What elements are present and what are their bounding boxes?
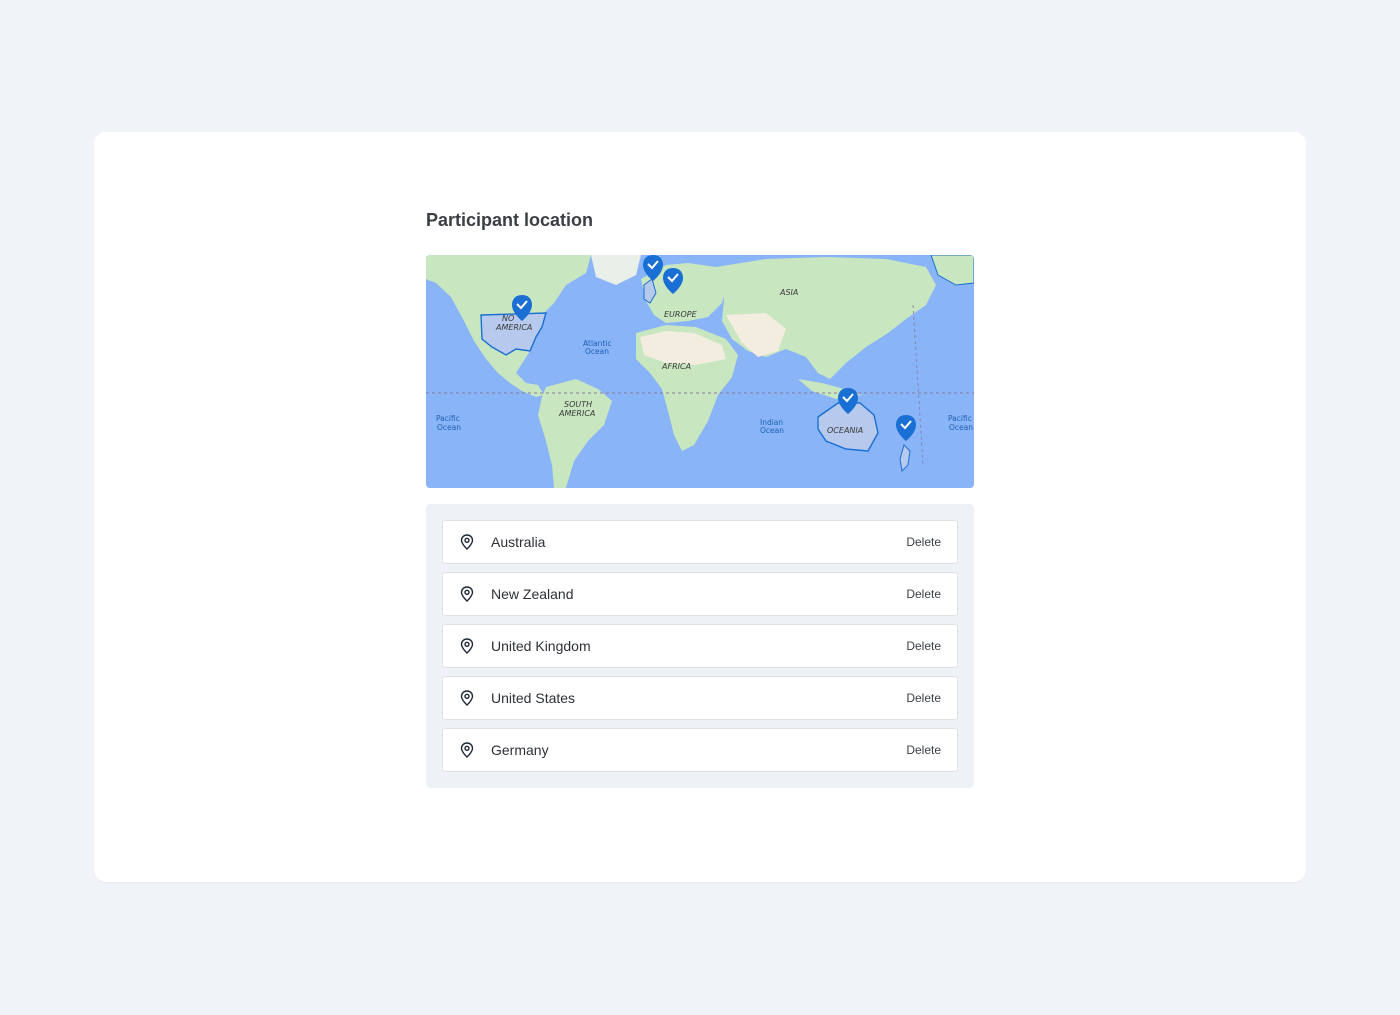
location-name: New Zealand	[491, 586, 574, 602]
label-pacific-east-2: Ocean	[949, 423, 973, 432]
participant-location-card: Participant location ASIA EUROPE NO AMER…	[94, 132, 1306, 882]
label-pacific-west-1: Pacific	[436, 414, 460, 423]
location-name: Australia	[491, 534, 546, 550]
location-name: Germany	[491, 742, 549, 758]
location-row: Australia Delete	[442, 520, 958, 564]
label-africa: AFRICA	[661, 362, 691, 371]
delete-button[interactable]: Delete	[906, 743, 941, 757]
label-europe: EUROPE	[664, 310, 698, 319]
content: Participant location ASIA EUROPE NO AMER…	[426, 208, 974, 788]
section-title: Participant location	[426, 210, 594, 230]
label-pacific-east-1: Pacific	[948, 414, 972, 423]
location-pin-icon	[459, 742, 475, 758]
delete-button[interactable]: Delete	[906, 691, 941, 705]
location-pin-icon	[459, 638, 475, 654]
delete-button[interactable]: Delete	[906, 587, 941, 601]
label-south-america-2: AMERICA	[558, 409, 595, 418]
location-pin-icon	[459, 586, 475, 602]
label-indian-2: Ocean	[760, 426, 784, 435]
label-pacific-west-2: Ocean	[437, 423, 461, 432]
location-pin-icon	[459, 534, 475, 550]
world-map[interactable]: ASIA EUROPE NO AMERICA AFRICA SOUTH AMER…	[426, 255, 974, 488]
delete-button[interactable]: Delete	[906, 639, 941, 653]
label-north-america-2: AMERICA	[495, 323, 532, 332]
label-south-america-1: SOUTH	[564, 400, 592, 409]
label-oceania: OCEANIA	[827, 426, 863, 435]
label-north-america-1: NO	[502, 314, 514, 323]
location-row: United Kingdom Delete	[442, 624, 958, 668]
location-name: United Kingdom	[491, 638, 591, 654]
location-pin-icon	[459, 690, 475, 706]
location-row: United States Delete	[442, 676, 958, 720]
location-name: United States	[491, 690, 576, 706]
world-map-canvas[interactable]: ASIA EUROPE NO AMERICA AFRICA SOUTH AMER…	[426, 255, 974, 488]
label-asia: ASIA	[779, 288, 798, 297]
location-row: New Zealand Delete	[442, 572, 958, 616]
location-row: Germany Delete	[442, 728, 958, 772]
delete-button[interactable]: Delete	[906, 535, 941, 549]
label-atlantic-2: Ocean	[585, 347, 609, 356]
location-list: Australia Delete New Zealand Delete Unit…	[426, 504, 974, 788]
